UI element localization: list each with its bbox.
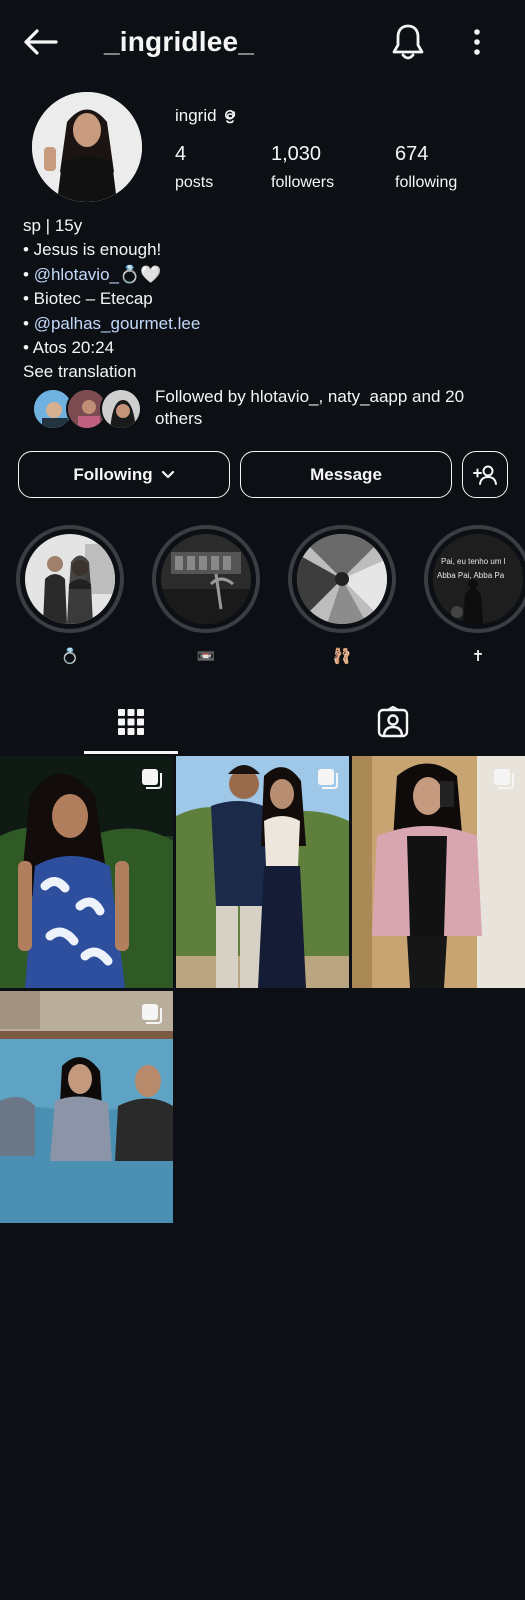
notifications-button[interactable]: [390, 22, 426, 62]
mutual-avatar: [100, 388, 142, 430]
posts-count: 4: [175, 143, 187, 165]
bio: sp | 15y • Jesus is enough! • @hlotavio_…: [23, 214, 200, 385]
active-tab-indicator: [84, 751, 178, 754]
followed-by-text: Followed by hlotavio_, naty_aapp and 20 …: [155, 387, 465, 428]
display-name: ingrid: [175, 106, 239, 126]
display-name-text: ingrid: [175, 106, 217, 125]
following-button-label: Following: [73, 464, 153, 484]
profile-avatar[interactable]: [32, 92, 142, 202]
posts-stat[interactable]: 4 posts: [175, 143, 213, 192]
highlight-ring: [16, 525, 124, 633]
story-highlight[interactable]: 🩰: [288, 525, 396, 665]
following-button[interactable]: Following: [18, 451, 230, 498]
followers-label: followers: [271, 174, 335, 191]
story-highlight[interactable]: Pai, eu tenho um l Abba Pai, Abba Pa ✝: [424, 525, 525, 665]
bio-line: • Atos 20:24: [23, 338, 115, 358]
message-button[interactable]: Message: [240, 451, 452, 498]
threads-icon[interactable]: [221, 107, 239, 125]
highlight-cover-text: Abba Pai, Abba Pa: [437, 571, 505, 580]
post-thumbnail[interactable]: [0, 756, 173, 988]
highlight-cover: [297, 534, 387, 624]
bio-line: • Biotec – Etecap: [23, 289, 153, 309]
back-button[interactable]: [20, 24, 60, 60]
highlight-label: 📼: [196, 648, 216, 665]
post-thumbnail[interactable]: [352, 756, 525, 988]
bell-icon: [392, 24, 424, 60]
top-bar: _ingridlee_: [0, 0, 525, 86]
add-person-icon: [473, 465, 497, 485]
arrow-left-icon: [24, 29, 58, 55]
story-highlight[interactable]: 📼: [152, 525, 260, 665]
chevron-down-icon: [161, 470, 174, 478]
bio-line: sp | 15y: [23, 216, 83, 235]
highlight-ring: [152, 525, 260, 633]
tagged-person-icon: [377, 706, 409, 738]
highlight-label: 🩰: [332, 648, 352, 665]
highlight-cover: [161, 534, 251, 624]
tab-tagged[interactable]: [262, 690, 524, 754]
more-options-button[interactable]: [465, 24, 489, 60]
followers-stat[interactable]: 1,030 followers: [271, 143, 334, 192]
mutual-avatars: [32, 388, 144, 432]
following-stat[interactable]: 674 following: [395, 143, 457, 192]
tab-posts-grid[interactable]: [0, 690, 262, 754]
message-button-label: Message: [310, 464, 382, 484]
multiple-photos-icon: [318, 769, 338, 789]
multiple-photos-icon: [142, 1004, 162, 1024]
post-image: [352, 756, 525, 988]
profile-tabs: [0, 690, 525, 754]
highlight-cover: Pai, eu tenho um l Abba Pai, Abba Pa: [433, 534, 523, 624]
bio-mention-link[interactable]: @palhas_gourmet.lee: [34, 314, 201, 333]
multiple-photos-icon: [494, 769, 514, 789]
bio-line: • Jesus is enough!: [23, 240, 162, 260]
posts-label: posts: [175, 174, 214, 191]
highlight-cover-text: Pai, eu tenho um l: [441, 557, 506, 566]
bio-line: • @palhas_gourmet.lee: [23, 312, 200, 336]
bio-mention-link[interactable]: @hlotavio_: [34, 265, 119, 284]
story-highlight[interactable]: 💍: [16, 525, 124, 665]
bio-bullet: •: [23, 264, 34, 284]
profile-page: _ingridlee_ ingrid 4 posts 1,030 followe…: [0, 0, 525, 1600]
highlight-label: 💍: [60, 648, 80, 665]
grid-icon: [118, 709, 144, 735]
bio-emoji: 💍🤍: [119, 264, 162, 284]
followers-count: 1,030: [271, 143, 322, 165]
following-count: 674: [395, 143, 429, 165]
post-image: [0, 991, 173, 1223]
highlight-ring: Pai, eu tenho um l Abba Pai, Abba Pa: [424, 525, 525, 633]
post-thumbnail[interactable]: [0, 991, 173, 1223]
post-image: [0, 756, 173, 988]
post-thumbnail[interactable]: [176, 756, 349, 988]
followed-by[interactable]: Followed by hlotavio_, naty_aapp and 20 …: [32, 386, 512, 434]
page-title: _ingridlee_: [104, 26, 255, 57]
bio-line: • @hlotavio_💍🤍: [23, 263, 200, 287]
highlight-cover: [25, 534, 115, 624]
multiple-photos-icon: [142, 769, 162, 789]
suggested-users-button[interactable]: [462, 451, 508, 498]
highlight-label: ✝: [471, 648, 485, 665]
following-label: following: [395, 174, 458, 191]
avatar-photo: [32, 92, 142, 202]
more-vertical-icon: [474, 29, 480, 55]
bio-bullet: •: [23, 313, 34, 333]
post-image: [176, 756, 349, 988]
see-translation-link[interactable]: See translation: [23, 360, 200, 384]
highlight-ring: [288, 525, 396, 633]
